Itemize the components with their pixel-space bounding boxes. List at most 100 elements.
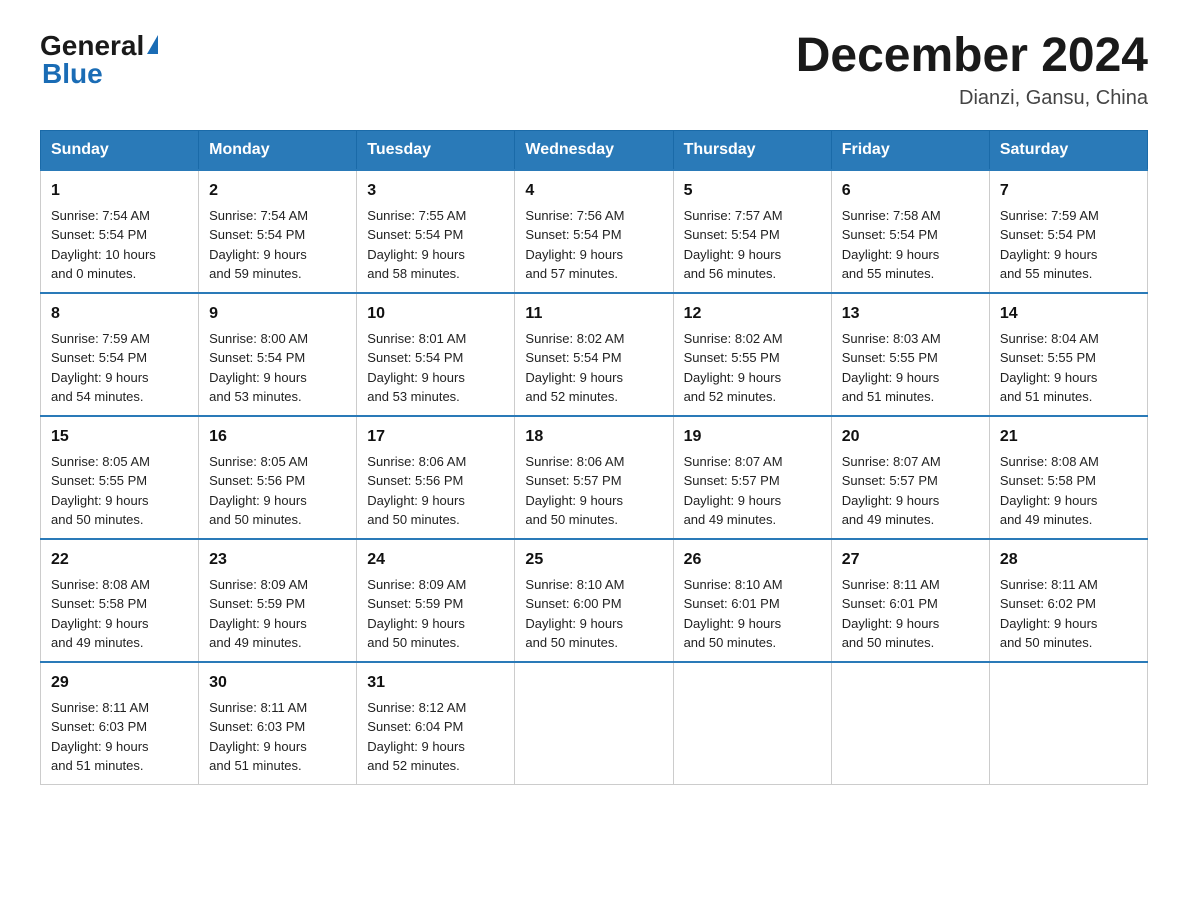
day-number: 31 <box>367 671 504 695</box>
logo-blue-text: Blue <box>42 58 103 90</box>
day-info: Sunrise: 7:54 AMSunset: 5:54 PMDaylight:… <box>209 208 308 282</box>
day-number: 12 <box>684 302 821 326</box>
calendar-header-row: SundayMondayTuesdayWednesdayThursdayFrid… <box>41 130 1148 170</box>
day-number: 2 <box>209 179 346 203</box>
day-number: 27 <box>842 548 979 572</box>
day-info: Sunrise: 8:11 AMSunset: 6:03 PMDaylight:… <box>51 700 149 774</box>
calendar-table: SundayMondayTuesdayWednesdayThursdayFrid… <box>40 130 1148 785</box>
day-number: 14 <box>1000 302 1137 326</box>
day-info: Sunrise: 7:58 AMSunset: 5:54 PMDaylight:… <box>842 208 941 282</box>
day-number: 19 <box>684 425 821 449</box>
calendar-cell: 28Sunrise: 8:11 AMSunset: 6:02 PMDayligh… <box>989 539 1147 662</box>
day-info: Sunrise: 8:06 AMSunset: 5:57 PMDaylight:… <box>525 454 624 528</box>
day-number: 21 <box>1000 425 1137 449</box>
day-info: Sunrise: 8:11 AMSunset: 6:03 PMDaylight:… <box>209 700 307 774</box>
day-number: 15 <box>51 425 188 449</box>
day-number: 30 <box>209 671 346 695</box>
calendar-cell: 21 Sunrise: 8:08 AMSunset: 5:58 PMDayligh… <box>989 416 1147 539</box>
calendar-cell: 31 Sunrise: 8:12 AMSunset: 6:04 PMDayligh… <box>357 662 515 785</box>
calendar-cell: 30 Sunrise: 8:11 AMSunset: 6:03 PMDayligh… <box>199 662 357 785</box>
calendar-cell: 29 Sunrise: 8:11 AMSunset: 6:03 PMDayligh… <box>41 662 199 785</box>
day-number: 9 <box>209 302 346 326</box>
header-wednesday: Wednesday <box>515 130 673 170</box>
calendar-cell <box>831 662 989 785</box>
calendar-cell: 24 Sunrise: 8:09 AMSunset: 5:59 PMDayligh… <box>357 539 515 662</box>
day-number: 23 <box>209 548 346 572</box>
day-number: 17 <box>367 425 504 449</box>
calendar-cell: 19 Sunrise: 8:07 AMSunset: 5:57 PMDayligh… <box>673 416 831 539</box>
day-info: Sunrise: 8:02 AMSunset: 5:54 PMDaylight:… <box>525 331 624 405</box>
day-info: Sunrise: 7:54 AMSunset: 5:54 PMDaylight:… <box>51 208 156 282</box>
header-tuesday: Tuesday <box>357 130 515 170</box>
day-number: 7 <box>1000 179 1137 203</box>
calendar-cell: 7 Sunrise: 7:59 AMSunset: 5:54 PMDaylight… <box>989 170 1147 293</box>
calendar-cell: 25Sunrise: 8:10 AMSunset: 6:00 PMDayligh… <box>515 539 673 662</box>
day-info: Sunrise: 7:59 AMSunset: 5:54 PMDaylight:… <box>1000 208 1099 282</box>
header-saturday: Saturday <box>989 130 1147 170</box>
day-info: Sunrise: 8:05 AMSunset: 5:56 PMDaylight:… <box>209 454 308 528</box>
day-number: 26 <box>684 548 821 572</box>
day-info: Sunrise: 8:00 AMSunset: 5:54 PMDaylight:… <box>209 331 308 405</box>
day-info: Sunrise: 8:10 AMSunset: 6:00 PMDaylight:… <box>525 577 624 651</box>
week-row-5: 29 Sunrise: 8:11 AMSunset: 6:03 PMDayligh… <box>41 662 1148 785</box>
day-info: Sunrise: 7:59 AMSunset: 5:54 PMDaylight:… <box>51 331 150 405</box>
calendar-cell <box>673 662 831 785</box>
title-section: December 2024 Dianzi, Gansu, China <box>796 30 1148 110</box>
week-row-1: 1Sunrise: 7:54 AMSunset: 5:54 PMDaylight… <box>41 170 1148 293</box>
header-thursday: Thursday <box>673 130 831 170</box>
day-info: Sunrise: 8:12 AMSunset: 6:04 PMDaylight:… <box>367 700 466 774</box>
day-info: Sunrise: 8:07 AMSunset: 5:57 PMDaylight:… <box>684 454 783 528</box>
week-row-2: 8 Sunrise: 7:59 AMSunset: 5:54 PMDaylight… <box>41 293 1148 416</box>
header-sunday: Sunday <box>41 130 199 170</box>
calendar-cell: 17Sunrise: 8:06 AMSunset: 5:56 PMDayligh… <box>357 416 515 539</box>
day-number: 22 <box>51 548 188 572</box>
calendar-cell <box>989 662 1147 785</box>
page-header: General Blue December 2024 Dianzi, Gansu… <box>40 30 1148 110</box>
week-row-4: 22 Sunrise: 8:08 AMSunset: 5:58 PMDayligh… <box>41 539 1148 662</box>
day-number: 13 <box>842 302 979 326</box>
calendar-cell: 23 Sunrise: 8:09 AMSunset: 5:59 PMDayligh… <box>199 539 357 662</box>
calendar-cell: 1Sunrise: 7:54 AMSunset: 5:54 PMDaylight… <box>41 170 199 293</box>
day-number: 29 <box>51 671 188 695</box>
day-number: 18 <box>525 425 662 449</box>
calendar-cell: 10 Sunrise: 8:01 AMSunset: 5:54 PMDayligh… <box>357 293 515 416</box>
day-number: 20 <box>842 425 979 449</box>
main-title: December 2024 <box>796 30 1148 83</box>
day-info: Sunrise: 8:11 AMSunset: 6:02 PMDaylight:… <box>1000 577 1098 651</box>
calendar-cell: 14 Sunrise: 8:04 AMSunset: 5:55 PMDayligh… <box>989 293 1147 416</box>
calendar-cell: 26 Sunrise: 8:10 AMSunset: 6:01 PMDayligh… <box>673 539 831 662</box>
calendar-cell: 12 Sunrise: 8:02 AMSunset: 5:55 PMDayligh… <box>673 293 831 416</box>
day-info: Sunrise: 7:56 AMSunset: 5:54 PMDaylight:… <box>525 208 624 282</box>
calendar-cell: 18 Sunrise: 8:06 AMSunset: 5:57 PMDayligh… <box>515 416 673 539</box>
logo-triangle-icon <box>147 35 158 54</box>
calendar-cell: 22 Sunrise: 8:08 AMSunset: 5:58 PMDayligh… <box>41 539 199 662</box>
subtitle: Dianzi, Gansu, China <box>796 87 1148 110</box>
day-info: Sunrise: 8:05 AMSunset: 5:55 PMDaylight:… <box>51 454 150 528</box>
day-info: Sunrise: 8:08 AMSunset: 5:58 PMDaylight:… <box>51 577 150 651</box>
day-number: 4 <box>525 179 662 203</box>
day-info: Sunrise: 8:10 AMSunset: 6:01 PMDaylight:… <box>684 577 783 651</box>
calendar-cell: 2 Sunrise: 7:54 AMSunset: 5:54 PMDaylight… <box>199 170 357 293</box>
day-number: 10 <box>367 302 504 326</box>
day-number: 8 <box>51 302 188 326</box>
day-info: Sunrise: 8:02 AMSunset: 5:55 PMDaylight:… <box>684 331 783 405</box>
calendar-cell: 11Sunrise: 8:02 AMSunset: 5:54 PMDayligh… <box>515 293 673 416</box>
day-info: Sunrise: 8:09 AMSunset: 5:59 PMDaylight:… <box>209 577 308 651</box>
calendar-cell <box>515 662 673 785</box>
calendar-cell: 13 Sunrise: 8:03 AMSunset: 5:55 PMDayligh… <box>831 293 989 416</box>
day-number: 24 <box>367 548 504 572</box>
day-info: Sunrise: 8:09 AMSunset: 5:59 PMDaylight:… <box>367 577 466 651</box>
week-row-3: 15 Sunrise: 8:05 AMSunset: 5:55 PMDayligh… <box>41 416 1148 539</box>
day-info: Sunrise: 7:55 AMSunset: 5:54 PMDaylight:… <box>367 208 466 282</box>
day-info: Sunrise: 8:04 AMSunset: 5:55 PMDaylight:… <box>1000 331 1099 405</box>
day-info: Sunrise: 7:57 AMSunset: 5:54 PMDaylight:… <box>684 208 783 282</box>
day-number: 6 <box>842 179 979 203</box>
header-monday: Monday <box>199 130 357 170</box>
day-info: Sunrise: 8:11 AMSunset: 6:01 PMDaylight:… <box>842 577 940 651</box>
day-info: Sunrise: 8:08 AMSunset: 5:58 PMDaylight:… <box>1000 454 1099 528</box>
calendar-cell: 5Sunrise: 7:57 AMSunset: 5:54 PMDaylight… <box>673 170 831 293</box>
day-number: 16 <box>209 425 346 449</box>
calendar-cell: 15 Sunrise: 8:05 AMSunset: 5:55 PMDayligh… <box>41 416 199 539</box>
day-info: Sunrise: 8:01 AMSunset: 5:54 PMDaylight:… <box>367 331 466 405</box>
day-info: Sunrise: 8:03 AMSunset: 5:55 PMDaylight:… <box>842 331 941 405</box>
